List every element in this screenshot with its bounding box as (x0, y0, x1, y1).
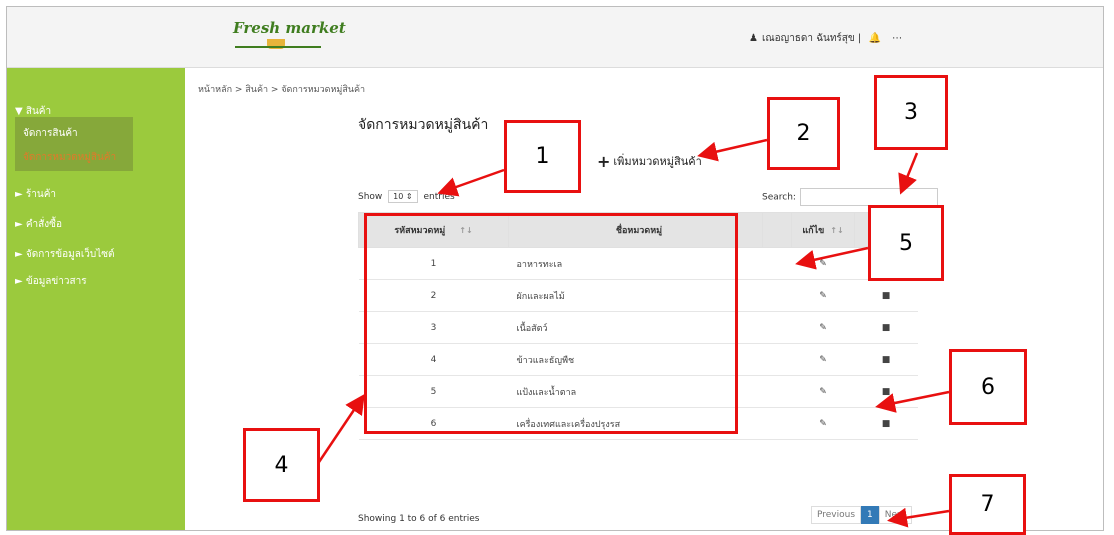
callout-7: 7 (949, 474, 1026, 535)
arrow-3 (898, 152, 919, 195)
arrow-6 (875, 390, 950, 413)
callout-1: 1 (504, 120, 581, 193)
arrow-5 (795, 246, 869, 270)
callout-2: 2 (767, 97, 840, 170)
arrow-1 (437, 168, 505, 197)
callout-5: 5 (868, 205, 944, 281)
callout-4: 4 (243, 428, 320, 502)
arrow-7 (887, 507, 950, 528)
callout-3: 3 (874, 75, 948, 150)
arrow-4 (317, 393, 365, 463)
arrow-2 (697, 138, 768, 162)
callout-6: 6 (949, 349, 1027, 425)
